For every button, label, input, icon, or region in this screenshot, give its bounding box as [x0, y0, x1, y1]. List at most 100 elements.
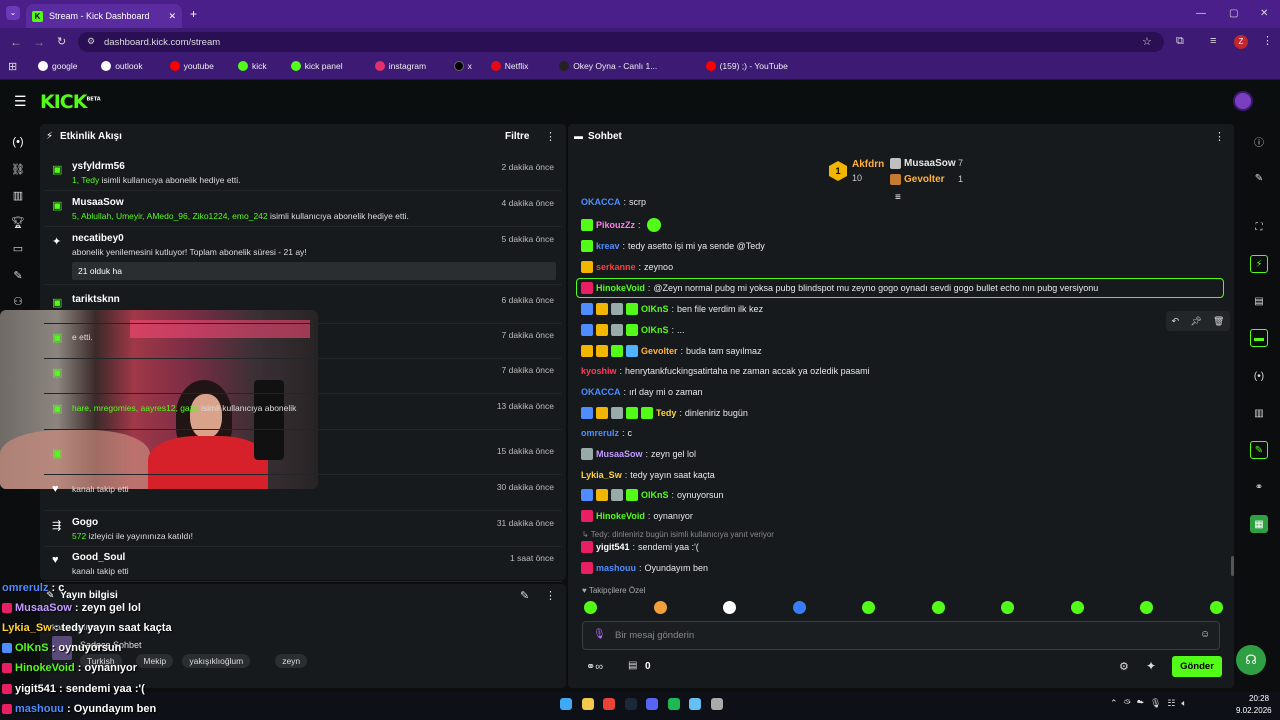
emote-icon[interactable]	[1140, 601, 1153, 614]
bookmark-item[interactable]: kick	[238, 61, 267, 71]
emote-icon[interactable]	[653, 601, 667, 614]
event-user[interactable]: MusaaSow	[72, 197, 556, 208]
extension-app-icon[interactable]: ▦	[1250, 515, 1268, 533]
activity-event[interactable]: ▣ ysfyldrm56 1, Tedy isimli kullanıcıya ab…	[44, 157, 562, 191]
chat-message[interactable]: kreav: tedy asetto işi mi ya sende @Tedy	[581, 237, 765, 255]
chat-panel-icon[interactable]: ▬	[1250, 329, 1268, 347]
browser-tab[interactable]: K Stream - Kick Dashboard ✕	[26, 4, 182, 28]
filter-button[interactable]: Filtre	[505, 131, 529, 142]
emote-icon[interactable]	[1070, 601, 1084, 614]
broadcast-icon[interactable]: (•)	[1250, 367, 1268, 385]
bookmark-item[interactable]: kick panel	[290, 61, 343, 71]
community-icon[interactable]: ⚇	[11, 295, 25, 309]
share-icon[interactable]: ⚭	[1250, 478, 1268, 496]
bookmark-item[interactable]: Okey Oyna - Canlı 1...	[559, 61, 657, 71]
chat-message[interactable]: Gevolter: buda tam sayılmaz	[581, 342, 762, 360]
chat-message[interactable]: OKACCA: ırl day mi o zaman	[581, 383, 703, 401]
chat-username[interactable]: Lykia_Sw	[581, 470, 622, 480]
user-avatar[interactable]	[1233, 91, 1253, 111]
activity-menu-icon[interactable]: ⋮	[545, 130, 556, 143]
tools-icon[interactable]: ✎	[11, 269, 25, 283]
chat-message[interactable]: OlKnS: oynuyorsun	[581, 486, 724, 504]
chat-username[interactable]: Tedy	[656, 408, 676, 418]
bookmark-item[interactable]: outlook	[101, 61, 143, 71]
apps-grid-icon[interactable]: ⊞	[8, 60, 17, 73]
emote-icon[interactable]	[931, 601, 945, 614]
tab-search-button[interactable]: ⌄	[6, 6, 20, 20]
activity-event[interactable]: ▣ hare, mregomies, aayres12, gaza isimli …	[44, 396, 562, 430]
explorer-icon[interactable]	[581, 698, 594, 710]
windows-start-icon[interactable]	[560, 698, 572, 710]
event-user[interactable]: Gogo	[72, 517, 556, 528]
chat-message[interactable]: yigit541: sendemi yaa :'(	[581, 538, 699, 556]
store-icon[interactable]: ▤	[628, 660, 637, 671]
pencil-icon[interactable]: ✎	[1250, 169, 1268, 187]
bookmark-item[interactable]: Netflix	[490, 61, 528, 71]
reply-icon[interactable]: ↶	[1172, 316, 1180, 327]
chat-username[interactable]: HinokeVoid	[596, 283, 645, 293]
event-user[interactable]: ysfyldrm56	[72, 161, 556, 172]
chat-username[interactable]: OlKnS	[641, 325, 669, 335]
chat-username[interactable]: Gevolter	[641, 346, 678, 356]
chat-message[interactable]: mashouu: Oyundayım ben	[581, 559, 708, 577]
media-library-icon[interactable]: ▭	[11, 242, 25, 256]
lightning-panel-icon[interactable]: ⚡︎	[1250, 255, 1268, 273]
emote-icon[interactable]	[792, 601, 806, 614]
stream-tag[interactable]: Mekip	[136, 654, 174, 668]
chat-message[interactable]: HinokeVoid: oynanıyor	[581, 507, 693, 525]
bookmark-item[interactable]: youtube	[169, 61, 214, 71]
analytics-icon[interactable]: ▥	[11, 189, 25, 203]
activity-event[interactable]: ✦ necatibey0 abonelik yenilemesini kutluyo…	[44, 229, 562, 285]
stream-tag[interactable]: yakışıklıoğlum	[182, 654, 251, 668]
emote-icon[interactable]	[584, 601, 597, 614]
maximize-button[interactable]: ▢	[1229, 8, 1238, 19]
emote-icon[interactable]	[862, 601, 875, 614]
activity-event[interactable]: ♥ kanalı takip etti 30 dakika önce	[44, 477, 562, 511]
chat-message[interactable]: OKACCA: scrp	[581, 196, 646, 208]
chat-message[interactable]: PikouzZz:	[581, 216, 661, 234]
bookmark-item[interactable]: google	[38, 61, 78, 71]
chat-menu-icon[interactable]: ⋮	[1214, 130, 1225, 143]
chat-message[interactable]: serkanne: zeynoo	[581, 258, 673, 276]
close-tab-icon[interactable]: ✕	[168, 11, 176, 22]
bookmark-item[interactable]: instagram	[374, 61, 426, 71]
forward-icon[interactable]: →	[33, 35, 45, 49]
link-icon[interactable]: ⛓	[11, 163, 25, 177]
collapse-leaderboard-icon[interactable]: ≡	[895, 192, 901, 203]
emoji-picker-icon[interactable]: ☺	[1200, 629, 1210, 640]
screen-capture-icon[interactable]: ⛶	[1250, 218, 1268, 236]
close-window-button[interactable]: ✕	[1260, 8, 1268, 19]
extensions-icon[interactable]: ⧉	[1176, 35, 1184, 48]
send-button[interactable]: Gönder	[1172, 656, 1222, 677]
stream-icon[interactable]: (•)	[11, 136, 25, 150]
steam-client-icon[interactable]	[689, 698, 701, 710]
activity-event[interactable]: ♥ Good_Soul kanalı takip etti 1 saat önce	[44, 548, 562, 582]
chat-message[interactable]: HinokeVoid: @Zeyn normal pubg mi yoksa pu…	[581, 279, 1098, 297]
emote-icon[interactable]	[1001, 601, 1014, 614]
chat-username[interactable]: kreav	[596, 241, 620, 251]
leaderboard-first-name[interactable]: Akfdrn	[852, 159, 884, 170]
steam-icon[interactable]	[624, 698, 637, 710]
site-info-icon[interactable]: ⚙	[87, 36, 95, 47]
chat-message[interactable]: MusaaSow: zeyn gel lol	[581, 445, 696, 463]
spotify-icon[interactable]	[667, 698, 680, 710]
bookmark-star-icon[interactable]: ☆	[1142, 35, 1152, 48]
wrench-icon[interactable]: ✎	[1250, 441, 1268, 459]
browser-menu-icon[interactable]: ⋮	[1262, 34, 1273, 47]
chat-username[interactable]: OKACCA	[581, 197, 621, 207]
activity-event[interactable]: ▣ tariktsknn 6 dakika önce	[44, 290, 562, 324]
chat-username[interactable]: OlKnS	[641, 304, 669, 314]
event-user[interactable]: Good_Soul	[72, 552, 556, 563]
chat-mod-icon[interactable]: ✦	[1146, 659, 1156, 673]
delete-icon[interactable]: 🗑︎	[1213, 316, 1224, 327]
print-icon[interactable]: ▥	[1250, 404, 1268, 422]
trophy-icon[interactable]: 🏆︎	[11, 216, 25, 230]
chat-settings-icon[interactable]: ⚙	[1119, 660, 1129, 673]
chat-message[interactable]: Lykia_Sw: tedy yayın saat kaçta	[581, 466, 715, 484]
stream-info-menu-icon[interactable]: ⋮	[545, 589, 556, 602]
stream-info-edit-icon[interactable]: ✎	[520, 589, 529, 602]
stream-tag[interactable]: zeyn	[275, 654, 308, 668]
media-icon[interactable]: ≡	[1210, 35, 1216, 47]
chrome-icon[interactable]	[603, 698, 615, 710]
profile-avatar[interactable]: Z	[1234, 35, 1248, 49]
